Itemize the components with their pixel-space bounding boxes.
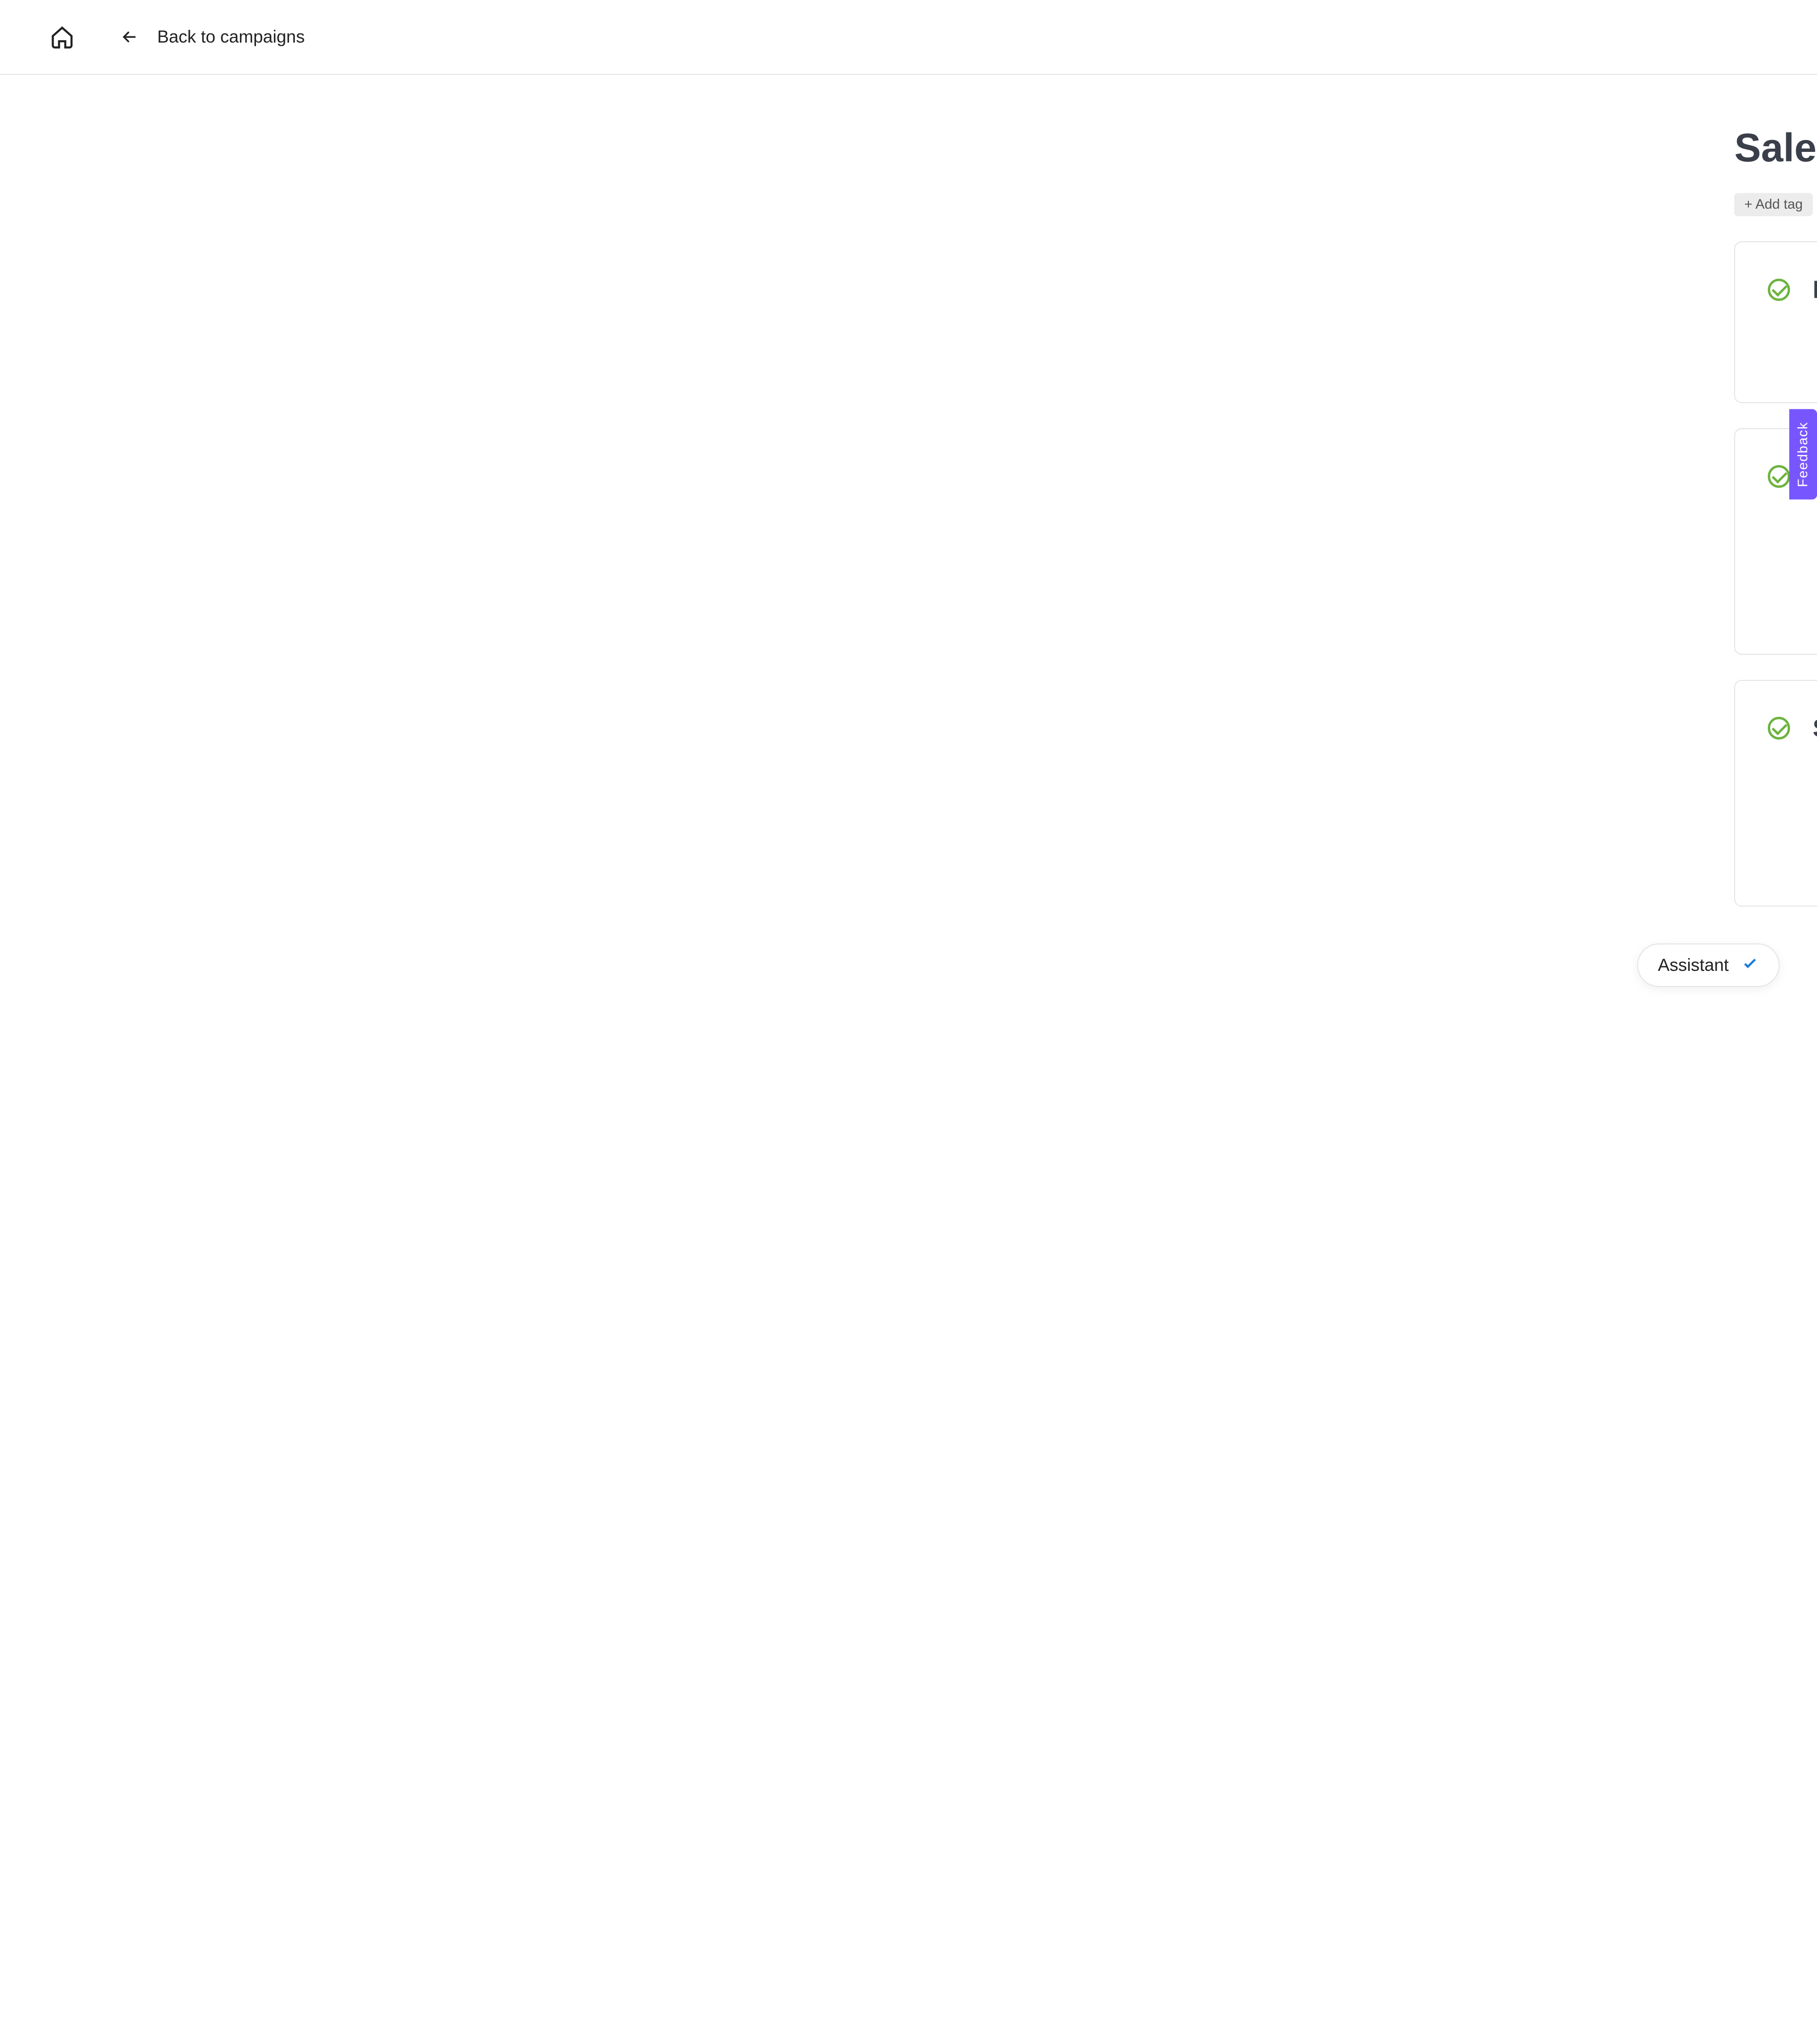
add-tag-button[interactable]: + Add tag xyxy=(1734,193,1813,216)
assistant-chip[interactable]: Assistant xyxy=(1637,943,1780,987)
arrow-left-icon xyxy=(120,27,140,47)
check-icon xyxy=(1741,954,1759,976)
topbar: Back to campaigns Preview & test Prepare… xyxy=(0,0,1817,75)
check-icon xyxy=(1768,717,1790,739)
home-icon[interactable] xyxy=(50,25,75,50)
assistant-label: Assistant xyxy=(1658,955,1729,975)
from-card: From Edit Sender name Frankie's Fashion … xyxy=(1734,241,1817,403)
back-to-campaigns-link[interactable]: Back to campaigns xyxy=(120,27,305,47)
from-title: From xyxy=(1813,275,1817,304)
page-title: Sale Campaign xyxy=(1734,125,1817,171)
subject-card: Subject Edit Subject line Take 50% off y… xyxy=(1734,680,1817,907)
check-icon xyxy=(1768,465,1790,487)
feedback-tab[interactable]: Feedback xyxy=(1789,409,1817,500)
back-label: Back to campaigns xyxy=(157,27,305,47)
check-icon xyxy=(1768,279,1790,301)
subject-title: Subject xyxy=(1813,714,1817,743)
